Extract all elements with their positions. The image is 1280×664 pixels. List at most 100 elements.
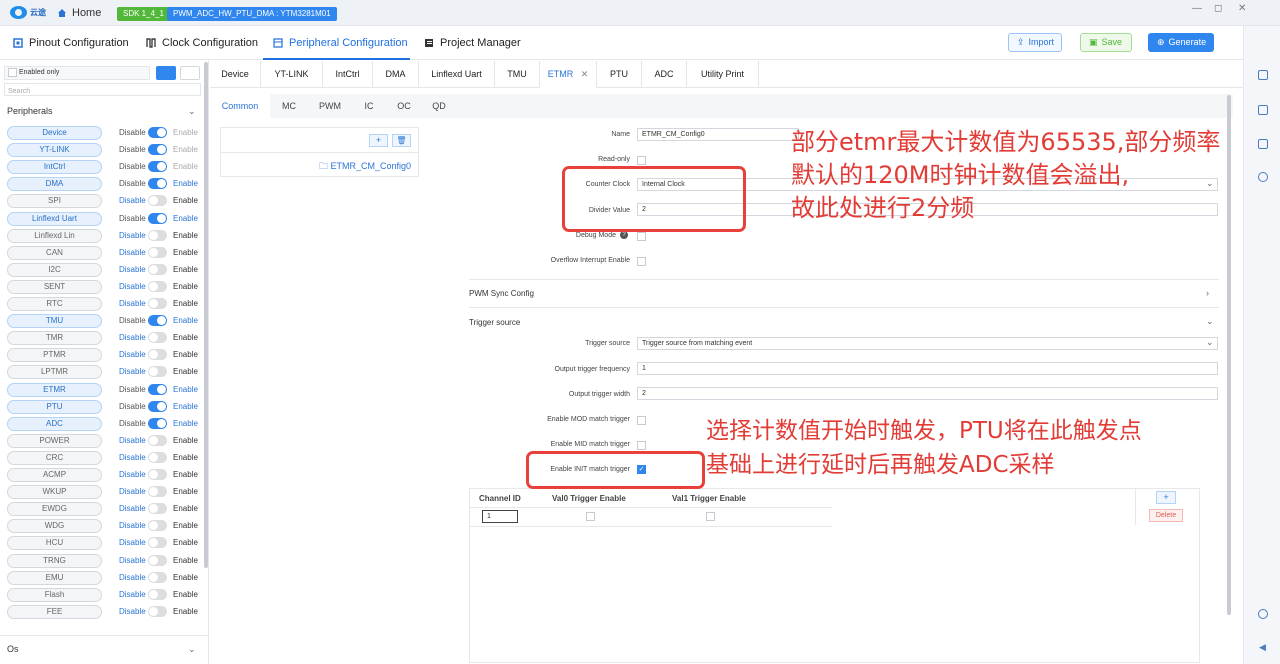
sidebar-item-ewdg[interactable]: EWDG Disable Enable xyxy=(7,501,202,518)
delete-config-icon[interactable]: 🗑 xyxy=(392,134,411,147)
tab-ptu[interactable]: PTU xyxy=(597,61,642,88)
enable-toggle[interactable] xyxy=(148,469,167,480)
peripheral-chip[interactable]: RTC xyxy=(7,297,102,311)
peripheral-chip[interactable]: Device xyxy=(7,126,102,140)
sidebar-item-crc[interactable]: CRC Disable Enable xyxy=(7,450,202,467)
sidebar-item-flash[interactable]: Flash Disable Enable xyxy=(7,587,202,604)
list-view-button[interactable] xyxy=(156,66,176,80)
maximize-icon[interactable]: ◻ xyxy=(1214,3,1222,14)
sidebar-item-can[interactable]: CAN Disable Enable xyxy=(7,245,202,262)
home-link[interactable]: Home xyxy=(57,7,101,19)
readonly-checkbox[interactable] xyxy=(637,156,646,165)
subtab-common[interactable]: Common xyxy=(210,94,270,118)
sidebar-item-intctrl[interactable]: IntCtrl Disable Enable xyxy=(7,159,202,176)
enable-toggle[interactable] xyxy=(148,605,167,617)
import-button[interactable]: ⇪ Import xyxy=(1008,33,1062,52)
enable-toggle[interactable] xyxy=(148,127,167,138)
enable-toggle[interactable] xyxy=(148,451,167,463)
sidebar-item-acmp[interactable]: ACMP Disable Enable xyxy=(7,467,202,484)
peripheral-chip[interactable]: YT-LINK xyxy=(7,143,102,158)
subtab-mc[interactable]: MC xyxy=(270,94,308,118)
subtab-ic[interactable]: IC xyxy=(352,94,386,118)
output-trigger-frequency-input[interactable]: 1 xyxy=(637,362,1218,375)
peripheral-chip[interactable]: CRC xyxy=(7,450,102,465)
tab-project-manager[interactable]: Project Manager xyxy=(424,37,521,49)
peripheral-chip[interactable]: EWDG xyxy=(7,502,102,517)
peripheral-chip[interactable]: HCU xyxy=(7,536,102,551)
peripheral-chip[interactable]: EMU xyxy=(7,570,102,585)
enable-toggle[interactable] xyxy=(148,178,167,190)
sidebar-item-hcu[interactable]: HCU Disable Enable xyxy=(7,535,202,552)
subtab-qd[interactable]: QD xyxy=(422,94,456,118)
peripheral-chip[interactable]: SPI xyxy=(7,194,102,209)
form-scrollbar[interactable] xyxy=(1227,95,1231,615)
overflow-interrupt-checkbox[interactable] xyxy=(637,257,646,266)
sidebar-item-dma[interactable]: DMA Disable Enable xyxy=(7,176,202,193)
enable-toggle[interactable] xyxy=(148,554,167,566)
peripheral-chip[interactable]: POWER xyxy=(7,433,102,448)
sidebar-item-lptmr[interactable]: LPTMR Disable Enable xyxy=(7,364,202,381)
document-icon[interactable] xyxy=(1258,105,1268,115)
sidebar-item-yt-link[interactable]: YT-LINK Disable Enable xyxy=(7,142,202,159)
tab-peripheral-configuration[interactable]: Peripheral Configuration xyxy=(273,37,408,49)
peripheral-chip[interactable]: WKUP xyxy=(7,485,102,500)
enable-toggle[interactable] xyxy=(148,195,167,207)
minimize-icon[interactable]: — xyxy=(1192,3,1202,14)
tab-pinout-configuration[interactable]: Pinout Configuration xyxy=(13,37,129,49)
tab-clock-configuration[interactable]: Clock Configuration xyxy=(146,37,258,49)
peripheral-chip[interactable]: I2C xyxy=(7,262,102,277)
peripheral-chip[interactable]: Flash xyxy=(7,587,102,602)
peripheral-chip[interactable]: TMU xyxy=(7,314,102,329)
list-icon[interactable] xyxy=(1258,139,1268,149)
peripheral-chip[interactable]: CAN xyxy=(7,245,102,260)
enable-toggle[interactable] xyxy=(148,212,167,224)
peripheral-chip[interactable]: WDG xyxy=(7,519,102,534)
peripheral-chip[interactable]: Linflexd Uart xyxy=(7,211,102,226)
enable-toggle[interactable] xyxy=(148,280,167,292)
save-button[interactable]: ▣ Save xyxy=(1080,33,1132,52)
sidebar-item-device[interactable]: Device Disable Enable xyxy=(7,125,202,142)
enable-toggle[interactable] xyxy=(148,383,167,395)
chevron-down-icon[interactable]: ⌄ xyxy=(188,106,196,117)
enable-toggle[interactable] xyxy=(148,503,167,515)
sidebar-item-spi[interactable]: SPI Disable Enable xyxy=(7,193,202,210)
enable-toggle[interactable] xyxy=(148,161,167,173)
enable-toggle[interactable] xyxy=(148,366,167,378)
peripheral-chip[interactable]: ACMP xyxy=(7,468,102,482)
channel-id-input[interactable]: 1 xyxy=(482,510,518,523)
sidebar-item-emu[interactable]: EMU Disable Enable xyxy=(7,570,202,587)
sidebar-item-wkup[interactable]: WKUP Disable Enable xyxy=(7,484,202,501)
enable-toggle[interactable] xyxy=(148,486,167,498)
chevron-down-icon[interactable]: ⌄ xyxy=(1206,316,1214,327)
enable-toggle[interactable] xyxy=(148,520,167,532)
enable-toggle[interactable] xyxy=(148,417,167,429)
val0-trigger-checkbox[interactable] xyxy=(586,512,595,521)
chevron-down-icon[interactable]: ⌄ xyxy=(188,644,196,655)
subtab-oc[interactable]: OC xyxy=(386,94,422,118)
peripheral-chip[interactable]: ADC xyxy=(7,416,102,431)
sidebar-item-fee[interactable]: FEE Disable Enable xyxy=(7,604,202,621)
tab-intctrl[interactable]: IntCtrl xyxy=(323,61,373,88)
sidebar-item-i2c[interactable]: I2C Disable Enable xyxy=(7,262,202,279)
output-trigger-width-input[interactable]: 2 xyxy=(637,387,1218,400)
tree-view-button[interactable] xyxy=(180,66,200,80)
generate-button[interactable]: ⊕ Generate xyxy=(1148,33,1214,52)
sidebar-item-tmu[interactable]: TMU Disable Enable xyxy=(7,313,202,330)
sidebar-item-power[interactable]: POWER Disable Enable xyxy=(7,433,202,450)
peripheral-chip[interactable]: IntCtrl xyxy=(7,160,102,175)
enable-toggle[interactable] xyxy=(148,332,167,344)
add-config-icon[interactable]: + xyxy=(369,134,388,147)
enable-toggle[interactable] xyxy=(148,434,167,446)
sidebar-item-rtc[interactable]: RTC Disable Enable xyxy=(7,296,202,313)
tab-utility-print[interactable]: Utility Print xyxy=(687,61,759,88)
tab-tmu[interactable]: TMU xyxy=(495,61,540,88)
tab-etmr[interactable]: ETMR ✕ xyxy=(540,61,597,88)
config-list-item[interactable]: 🗀 ETMR_CM_Config0 xyxy=(319,159,411,175)
sidebar-item-ptmr[interactable]: PTMR Disable Enable xyxy=(7,347,202,364)
peripheral-chip[interactable]: TRNG xyxy=(7,553,102,568)
peripheral-chip[interactable]: PTU xyxy=(7,399,102,414)
peripheral-chip[interactable]: TMR xyxy=(7,331,102,346)
enabled-only-checkbox[interactable] xyxy=(8,67,17,77)
peripheral-chip[interactable]: PTMR xyxy=(7,348,102,363)
search-input[interactable]: Search xyxy=(4,83,201,96)
